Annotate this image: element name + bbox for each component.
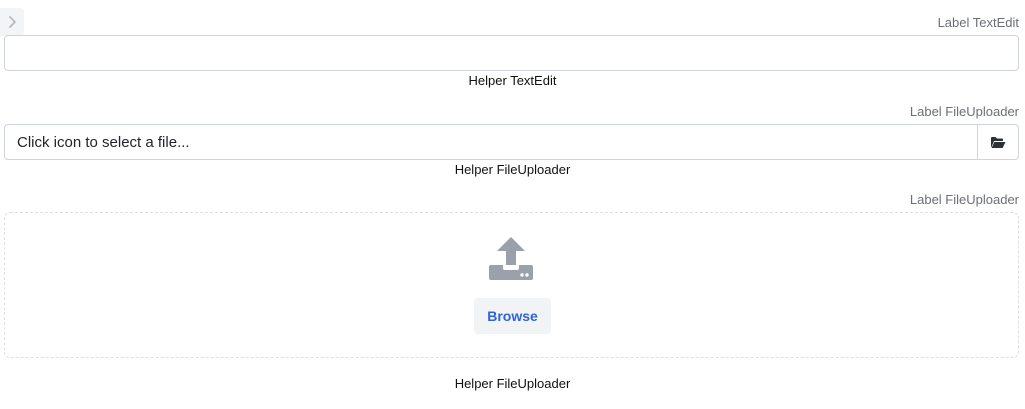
- browse-button[interactable]: Browse: [474, 298, 551, 334]
- upload-icon: [489, 237, 533, 280]
- chevron-right-icon: [9, 16, 16, 28]
- file-select-input[interactable]: [5, 125, 977, 159]
- file-dropzone-helper: Helper FileUploader: [454, 376, 571, 391]
- folder-open-icon: [991, 136, 1006, 148]
- folder-select-button[interactable]: [977, 125, 1018, 159]
- text-edit-label: Label TextEdit: [937, 15, 1019, 30]
- file-uploader-input-group: [4, 124, 1019, 160]
- file-uploader-label: Label FileUploader: [909, 104, 1019, 119]
- sidebar-toggle-button[interactable]: [0, 8, 24, 36]
- text-edit-input[interactable]: [4, 35, 1019, 71]
- text-edit-helper: Helper TextEdit: [468, 73, 557, 88]
- file-dropzone[interactable]: Browse: [4, 212, 1019, 358]
- file-dropzone-label: Label FileUploader: [909, 192, 1019, 207]
- file-uploader-helper: Helper FileUploader: [454, 162, 571, 177]
